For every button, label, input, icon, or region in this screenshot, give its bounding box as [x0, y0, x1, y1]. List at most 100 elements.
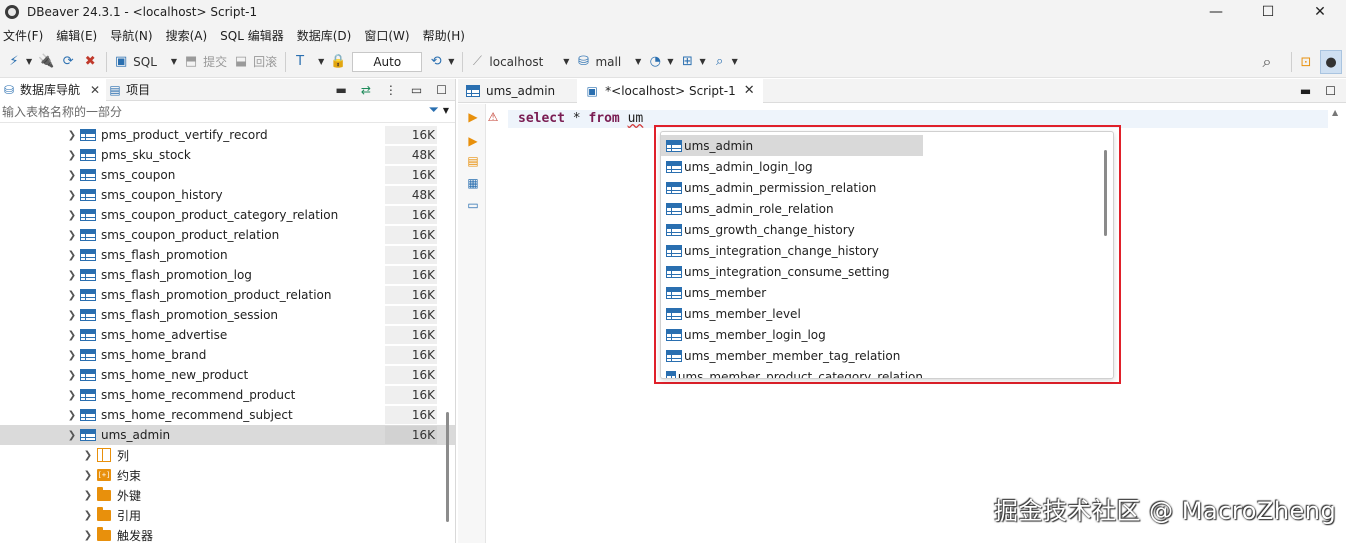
chevron-right-icon[interactable]: ❯	[82, 490, 94, 501]
chevron-right-icon[interactable]: ❯	[66, 310, 78, 321]
close-icon[interactable]: ✕	[744, 83, 755, 98]
tab-script-1[interactable]: ▣ *<localhost> Script-1 ✕	[577, 78, 763, 103]
filter-icon[interactable]: ⏷	[428, 103, 438, 118]
editor-scrollbar[interactable]: ▲	[1328, 104, 1346, 543]
menu-sql-editor[interactable]: SQL 编辑器	[220, 27, 284, 44]
rollback-button[interactable]: ⬓ 回滚	[233, 50, 277, 74]
explain-plan-icon[interactable]: ▦	[466, 176, 480, 190]
tree-row[interactable]: ❯ sms_home_new_product 16K	[0, 365, 455, 385]
menu-file[interactable]: 文件(F)	[3, 27, 43, 44]
search-toolbar-button[interactable]: ⌕ ▼	[712, 50, 738, 74]
transaction-mode-field[interactable]: Auto	[352, 51, 423, 72]
tree-row-references[interactable]: ❯ 引用	[0, 505, 455, 525]
commit-button[interactable]: ⬒ 提交	[183, 50, 227, 74]
autocomplete-item[interactable]: ums_admin	[661, 135, 923, 156]
chevron-right-icon[interactable]: ❯	[66, 150, 78, 161]
chevron-right-icon[interactable]: ❯	[66, 350, 78, 361]
tab-ums-admin[interactable]: ums_admin	[458, 79, 563, 103]
menu-search[interactable]: 搜索(A)	[166, 27, 208, 44]
reconnect-button[interactable]: ⟳	[60, 50, 76, 74]
chevron-right-icon[interactable]: ❯	[82, 450, 94, 461]
minimize-button[interactable]: —	[1190, 0, 1242, 24]
tree-row[interactable]: ❯ sms_flash_promotion_product_relation 1…	[0, 285, 455, 305]
tree-row-selected[interactable]: ❯ ums_admin 16K	[0, 425, 455, 445]
chevron-right-icon[interactable]: ❯	[66, 390, 78, 401]
history-button[interactable]: ⟲ ▼	[428, 50, 455, 74]
menu-window[interactable]: 窗口(W)	[364, 27, 409, 44]
tree-row[interactable]: ❯ sms_coupon_history 48K	[0, 185, 455, 205]
view-menu-icon[interactable]: ⋮	[385, 83, 397, 97]
active-connection-selector[interactable]: ⟋ localhost ▼	[469, 50, 570, 74]
chevron-right-icon[interactable]: ❯	[66, 290, 78, 301]
chevron-right-icon[interactable]: ❯	[66, 250, 78, 261]
tab-project[interactable]: ▤ 项目	[106, 79, 156, 101]
chevron-right-icon[interactable]: ❯	[66, 210, 78, 221]
tree-row[interactable]: ❯ sms_home_recommend_product 16K	[0, 385, 455, 405]
tree-row-foreign-keys[interactable]: ❯ 外键	[0, 485, 455, 505]
chevron-right-icon[interactable]: ❯	[66, 330, 78, 341]
transaction-mode-button[interactable]: T ▼	[292, 50, 324, 74]
chevron-down-icon[interactable]: ❯	[66, 430, 78, 441]
tree-row[interactable]: ❯ sms_home_recommend_subject 16K	[0, 405, 455, 425]
autocomplete-item[interactable]: ums_admin_permission_relation	[661, 177, 923, 198]
tree-row[interactable]: ❯ sms_home_advertise 16K	[0, 325, 455, 345]
chevron-down-icon[interactable]: ▼	[443, 106, 449, 115]
tree-row[interactable]: ❯ sms_home_brand 16K	[0, 345, 455, 365]
chevron-right-icon[interactable]: ❯	[82, 530, 94, 541]
autocomplete-item[interactable]: ums_growth_change_history	[661, 219, 923, 240]
collapse-all-icon[interactable]: ▬	[335, 83, 346, 97]
tree-row[interactable]: ❯ pms_product_vertify_record 16K	[0, 125, 455, 145]
connect-button[interactable]: 🔌	[38, 50, 54, 74]
console-icon[interactable]: ▭	[466, 198, 480, 212]
autocomplete-item[interactable]: ums_integration_consume_setting	[661, 261, 923, 282]
chevron-right-icon[interactable]: ❯	[66, 170, 78, 181]
disconnect-button[interactable]: ✖	[82, 50, 98, 74]
tree-row[interactable]: ❯ sms_coupon_product_category_relation 1…	[0, 205, 455, 225]
autocomplete-item[interactable]: ums_admin_login_log	[661, 156, 923, 177]
sql-editor-button[interactable]: ▣ SQL ▼	[113, 50, 177, 74]
tree-row-columns[interactable]: ❯ 列	[0, 445, 455, 465]
chevron-right-icon[interactable]: ❯	[66, 410, 78, 421]
active-database-selector[interactable]: ⛁ mall ▼	[575, 50, 641, 74]
tree-row[interactable]: ❯ pms_sku_stock 48K	[0, 145, 455, 165]
menu-database[interactable]: 数据库(D)	[297, 27, 352, 44]
autocomplete-scrollbar[interactable]	[1104, 150, 1107, 236]
global-search-button[interactable]: ⌕	[1259, 50, 1275, 74]
maximize-editor-icon[interactable]: ☐	[1325, 84, 1336, 98]
navigator-scrollbar[interactable]	[446, 412, 449, 522]
chevron-right-icon[interactable]: ❯	[82, 470, 94, 481]
tree-row[interactable]: ❯ sms_flash_promotion 16K	[0, 245, 455, 265]
link-editor-icon[interactable]: ⇄	[361, 83, 371, 97]
chevron-right-icon[interactable]: ❯	[66, 190, 78, 201]
open-perspective-button[interactable]: ⊡	[1298, 50, 1314, 74]
execute-statement-icon[interactable]: ▶	[466, 110, 480, 124]
minimize-editor-icon[interactable]: ▬	[1300, 84, 1311, 98]
autocomplete-item[interactable]: ums_admin_role_relation	[661, 198, 923, 219]
dbeaver-perspective-button[interactable]: ●	[1320, 50, 1342, 74]
lock-button[interactable]: 🔒	[330, 50, 346, 74]
chevron-right-icon[interactable]: ❯	[66, 130, 78, 141]
menu-help[interactable]: 帮助(H)	[423, 27, 465, 44]
minimize-panel-icon[interactable]: ▭	[411, 83, 422, 97]
tree-row[interactable]: ❯ sms_coupon 16K	[0, 165, 455, 185]
menu-navigate[interactable]: 导航(N)	[110, 27, 152, 44]
table-filter-input[interactable]	[0, 101, 400, 122]
chevron-right-icon[interactable]: ❯	[82, 510, 94, 521]
scroll-up-icon[interactable]: ▲	[1332, 108, 1338, 117]
autocomplete-item[interactable]: ums_member	[661, 282, 923, 303]
autocomplete-item[interactable]: ums_integration_change_history	[661, 240, 923, 261]
chevron-right-icon[interactable]: ❯	[66, 230, 78, 241]
autocomplete-item[interactable]: ums_member_product_category_relation	[661, 366, 923, 378]
autocomplete-item[interactable]: ums_member_login_log	[661, 324, 923, 345]
autocomplete-item[interactable]: ums_member_member_tag_relation	[661, 345, 923, 366]
tree-row-constraints[interactable]: ❯ [+] 约束	[0, 465, 455, 485]
autocomplete-item[interactable]: ums_member_level	[661, 303, 923, 324]
tree-row[interactable]: ❯ sms_flash_promotion_session 16K	[0, 305, 455, 325]
close-button[interactable]: ✕	[1294, 0, 1346, 24]
execute-script-icon[interactable]: ▤	[466, 154, 480, 168]
new-connection-button[interactable]: ⚡ ▼	[6, 50, 32, 74]
tab-database-navigator[interactable]: ⛁ 数据库导航 ✕	[0, 78, 107, 101]
close-icon[interactable]: ✕	[90, 83, 100, 97]
tree-row-triggers[interactable]: ❯ 触发器	[0, 525, 455, 543]
maximize-button[interactable]: ☐	[1242, 0, 1294, 24]
